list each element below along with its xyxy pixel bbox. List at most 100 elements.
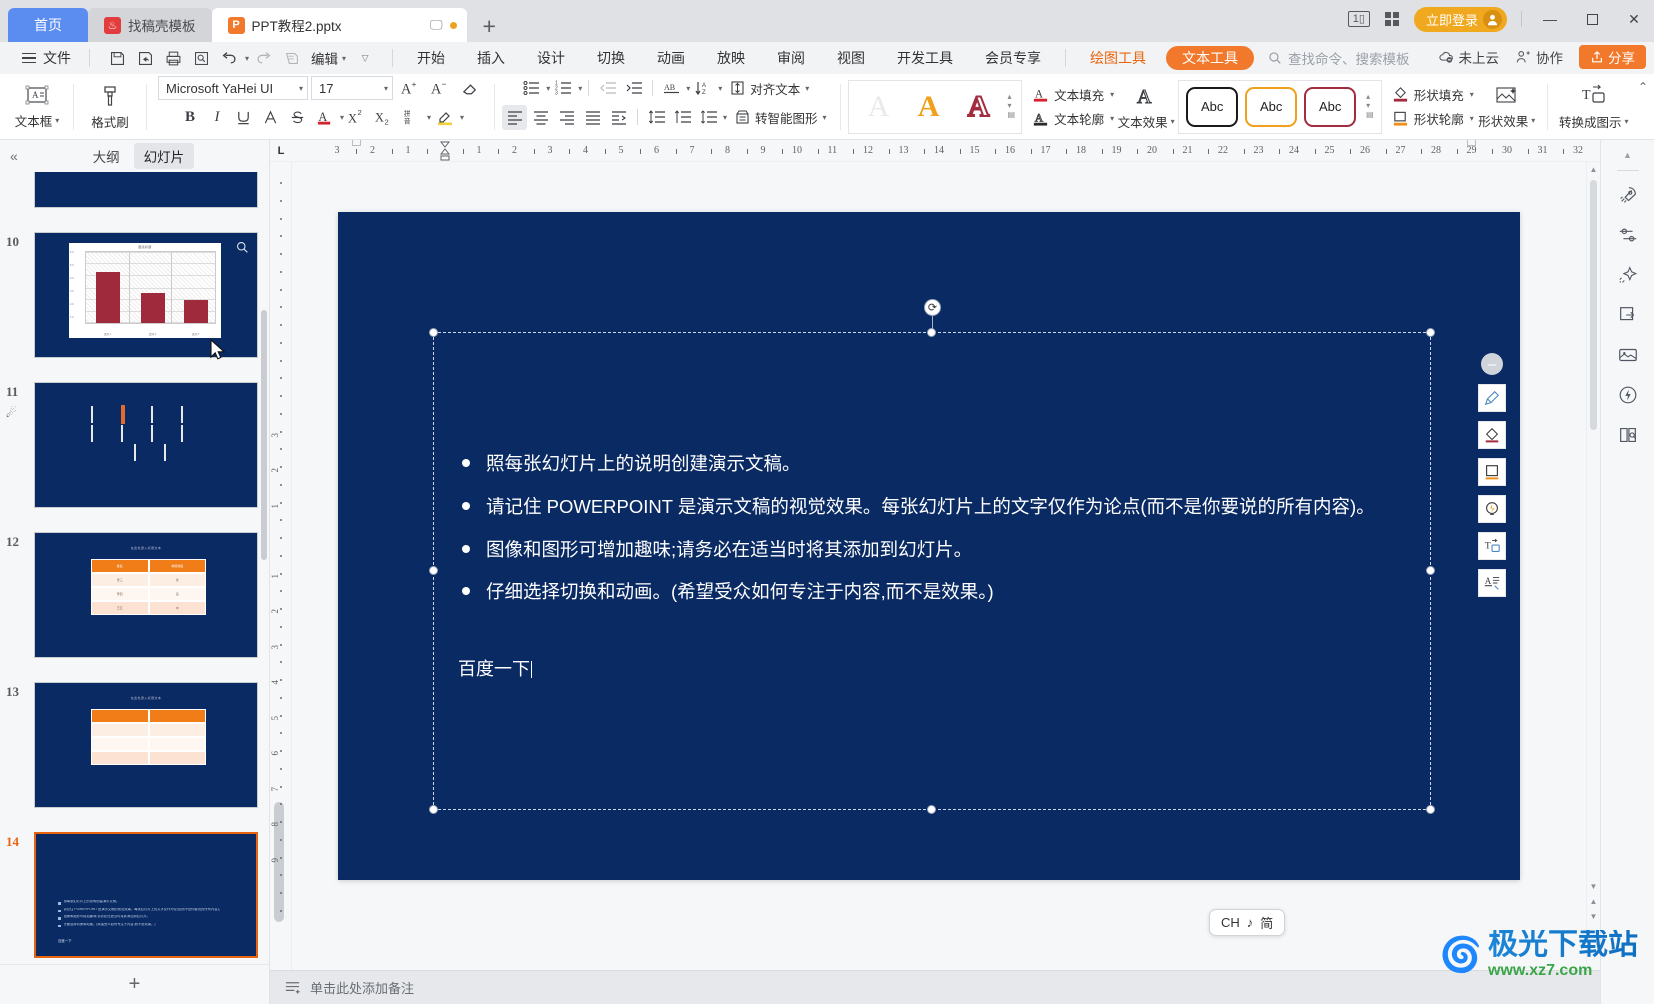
shape-gallery-more-icon[interactable]: ▴ ▾ ▤: [1366, 92, 1374, 119]
slide-thumb-10[interactable]: 10 图表标题 6.0 5.0 4.0 3.0 2.0 1.0 类别 1 类别 …: [6, 232, 258, 360]
tab-slideshow[interactable]: 放映: [701, 42, 761, 74]
slide-bullet-list[interactable]: 照每张幻灯片上的说明创建演示文稿。 请记住 POWERPOINT 是演示文稿的视…: [462, 451, 1420, 622]
shape-fill-button[interactable]: 形状填充 ▾: [1392, 85, 1474, 104]
text-fill-button[interactable]: A 文本填充 ▾: [1032, 85, 1114, 104]
tab-review[interactable]: 审阅: [761, 42, 821, 74]
font-size-input[interactable]: 17 ▾: [311, 76, 393, 100]
tab-drawing-tools[interactable]: 绘图工具: [1074, 42, 1162, 74]
share-button[interactable]: 分享: [1579, 45, 1646, 69]
convert-smartart-button[interactable]: 转智能图形 ▾: [728, 105, 833, 130]
close-button[interactable]: ✕: [1620, 6, 1648, 32]
align-text-button[interactable]: 对齐文本 ▾: [723, 76, 815, 101]
add-slide-button[interactable]: +: [0, 964, 269, 1004]
thumbnail-canvas[interactable]: 照每张幻灯片上的说明创建演示文稿。 请记住 POWERPOINT 是演示文稿的视…: [34, 832, 258, 958]
style-brush-icon[interactable]: [1478, 384, 1506, 412]
collapse-panel-icon[interactable]: «: [10, 148, 18, 164]
justify-button[interactable]: [580, 105, 605, 130]
highlight-dropdown-icon[interactable]: ▾: [460, 113, 464, 122]
zoom-preview-icon[interactable]: [236, 241, 249, 254]
align-right-button[interactable]: [554, 105, 579, 130]
resize-handle-nw[interactable]: [429, 328, 438, 337]
wordart-style-1[interactable]: A: [855, 83, 903, 131]
slide-thumb-11[interactable]: 11 ☄: [6, 382, 258, 508]
font-color-button[interactable]: A: [312, 105, 338, 130]
horizontal-ruler-track[interactable]: 3 2 1 1 2 3 4 5 6 7 8 9 10 11 12 13 14 15 16 17 18 19 20 21 22 23…: [292, 139, 1600, 162]
grid-view-icon[interactable]: [1384, 11, 1400, 27]
sort-button[interactable]: AZ: [691, 76, 716, 101]
thumbnail-canvas[interactable]: [34, 172, 258, 208]
maximize-button[interactable]: [1578, 6, 1606, 32]
italic-button[interactable]: I: [204, 105, 230, 130]
tab-slides[interactable]: 幻灯片: [133, 143, 195, 169]
rotate-handle[interactable]: ⟳: [924, 299, 941, 316]
floating-toolbar-close-button[interactable]: –: [1481, 353, 1503, 375]
bullet-list-dropdown-icon[interactable]: ▾: [546, 84, 550, 93]
text-effect-button[interactable]: A 文本效果 ▾: [1114, 77, 1178, 137]
file-menu-button[interactable]: 文件: [12, 48, 81, 68]
bullet-list-button[interactable]: [519, 76, 544, 101]
slide-canvas[interactable]: ⟳ 照每张幻灯片上的说明创建演示文稿。 请记住 POWERPOINT 是演示文稿…: [292, 162, 1600, 970]
align-center-button[interactable]: [528, 105, 553, 130]
line-spacing-button[interactable]: [696, 105, 721, 130]
change-case-dropdown-icon[interactable]: ▾: [427, 113, 431, 122]
settings-slider-icon[interactable]: [1608, 215, 1648, 255]
slide-thumbnail-list[interactable]: 10 图表标题 6.0 5.0 4.0 3.0 2.0 1.0 类别 1 类别 …: [0, 172, 269, 964]
print-preview-icon[interactable]: [188, 46, 214, 70]
slide-thumb-12[interactable]: 12 在此处键入标题文本 姓名 考核成绩 张三优 李四良 王五中: [6, 532, 258, 658]
slide-thumb-13[interactable]: 13 在此处键入标题文本: [6, 682, 258, 808]
tab-start[interactable]: 开始: [401, 42, 461, 74]
superscript-button[interactable]: X2: [345, 105, 371, 130]
tab-document[interactable]: P PPT教程2.pptx 🖵: [211, 8, 467, 42]
undo-dropdown-icon[interactable]: ▾: [245, 54, 249, 63]
text-outline-button[interactable]: A 文本轮廓 ▾: [1032, 109, 1114, 128]
tab-animation[interactable]: 动画: [641, 42, 701, 74]
read-book-icon[interactable]: [1608, 415, 1648, 455]
slide-panel-scrollbar[interactable]: [261, 310, 267, 560]
thumbnail-canvas[interactable]: 在此处键入标题文本: [34, 682, 258, 808]
shape-style-3[interactable]: Abc: [1304, 86, 1357, 127]
resize-handle-w[interactable]: [429, 566, 438, 575]
new-tab-button[interactable]: +: [467, 15, 512, 42]
tab-stop-selector[interactable]: L: [270, 140, 292, 162]
slide-thumb-9[interactable]: [34, 172, 258, 208]
search-box[interactable]: 查找命令、搜索模板: [1268, 48, 1410, 68]
scroll-up-arrow-icon[interactable]: ▲: [1587, 162, 1600, 177]
image-effect-icon[interactable]: [1608, 335, 1648, 375]
bold-button[interactable]: B: [177, 105, 203, 130]
shape-effect-button[interactable]: 形状效果 ▾: [1474, 77, 1540, 137]
tab-text-tools[interactable]: 文本工具: [1166, 46, 1255, 70]
login-button[interactable]: 立即登录: [1413, 6, 1507, 32]
shape-style-2[interactable]: Abc: [1245, 86, 1298, 127]
canvas-vertical-scrollbar[interactable]: ▲ ▼ ▲ ▼: [1586, 162, 1600, 970]
rail-collapse-icon[interactable]: ▲: [1622, 148, 1634, 162]
undo-icon[interactable]: [216, 46, 242, 70]
resize-handle-e[interactable]: [1426, 566, 1435, 575]
resize-handle-se[interactable]: [1426, 805, 1435, 814]
tab-view[interactable]: 视图: [821, 42, 881, 74]
font-color-dropdown-icon[interactable]: ▾: [340, 113, 344, 122]
redo-icon[interactable]: [251, 46, 277, 70]
line-spacing-dropdown-icon[interactable]: ▾: [723, 113, 727, 122]
thumbnail-canvas[interactable]: [34, 382, 258, 508]
font-name-input[interactable]: Microsoft YaHei UI ▾: [158, 76, 308, 100]
resize-handle-s[interactable]: [927, 805, 936, 814]
text-format-icon[interactable]: A: [1478, 569, 1506, 597]
selected-textbox[interactable]: ⟳ 照每张幻灯片上的说明创建演示文稿。 请记住 POWERPOINT 是演示文稿…: [429, 299, 1506, 814]
current-slide[interactable]: ⟳ 照每张幻灯片上的说明创建演示文稿。 请记住 POWERPOINT 是演示文稿…: [338, 212, 1520, 880]
shape-outline-icon[interactable]: [1478, 458, 1506, 486]
vertical-ruler[interactable]: 123123456789: [270, 162, 292, 970]
tab-outline[interactable]: 大纲: [83, 143, 130, 169]
decrease-font-size-icon[interactable]: A −: [427, 76, 453, 101]
notes-pane[interactable]: 单击此处添加备注: [270, 970, 1600, 1004]
increase-indent-button[interactable]: [621, 76, 646, 101]
page-count-badge[interactable]: 1▯: [1347, 11, 1370, 27]
lightning-badge-icon[interactable]: [1608, 375, 1648, 415]
line-spacing-increase-button[interactable]: [644, 105, 669, 130]
scrollbar-thumb[interactable]: [1590, 180, 1597, 430]
underline-button[interactable]: [231, 105, 257, 130]
wordart-style-2[interactable]: A: [905, 83, 953, 131]
tab-insert[interactable]: 插入: [461, 42, 521, 74]
format-painter-button[interactable]: 格式刷: [81, 77, 139, 137]
wordart-gallery-more-icon[interactable]: ▴ ▾ ▤: [1008, 92, 1016, 119]
clear-formatting-icon[interactable]: [457, 76, 483, 101]
